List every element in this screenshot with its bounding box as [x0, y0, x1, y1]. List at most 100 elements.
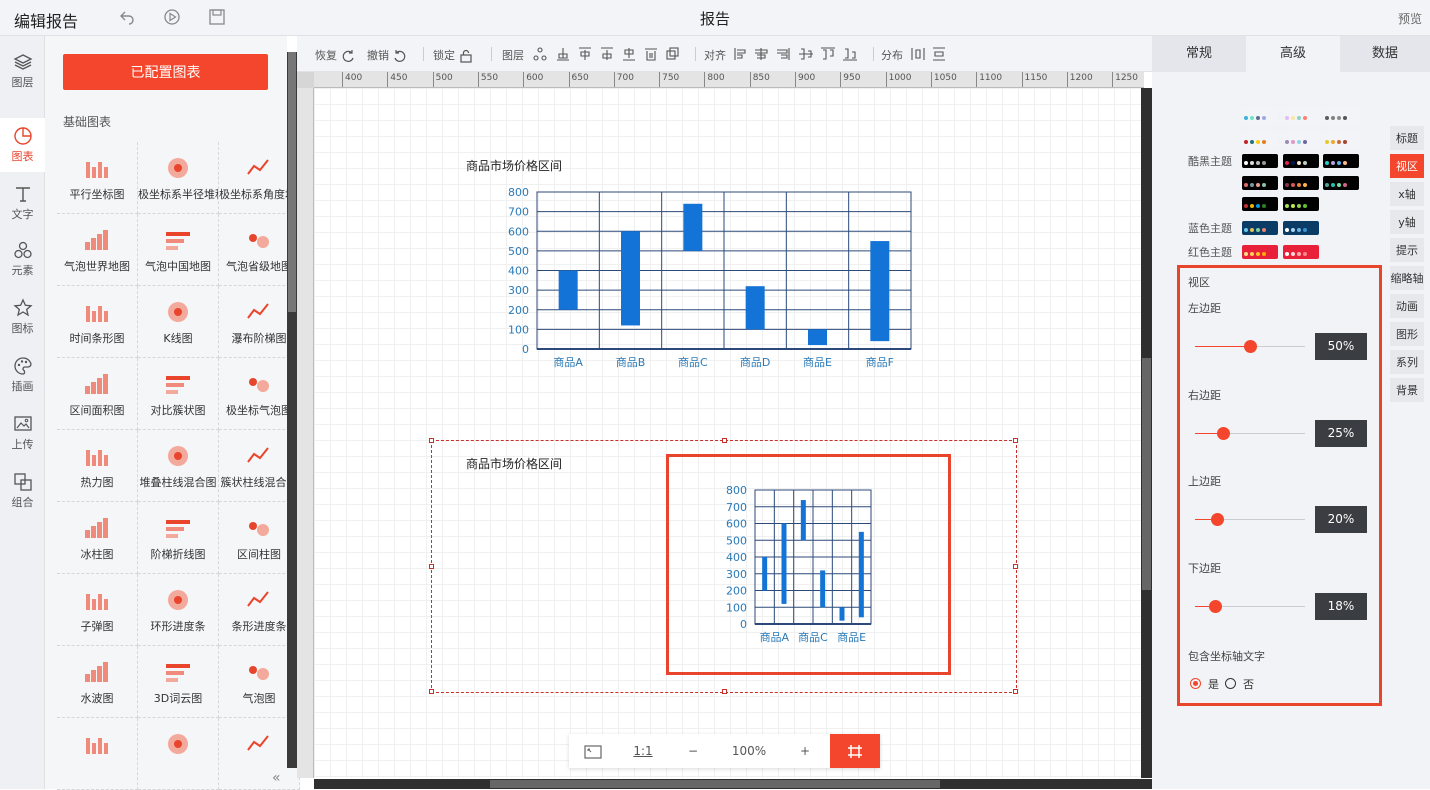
theme-swatch[interactable] — [1242, 133, 1278, 147]
canvas-hscroll-thumb[interactable] — [490, 780, 940, 788]
chart-type-tile[interactable]: K线图 — [138, 286, 219, 358]
margin-slider[interactable] — [1195, 340, 1305, 353]
chart-2-range-bar[interactable]: 0 100 200 300 400 500 600 700 800 商品A 商品C 商品E — [715, 480, 885, 650]
theme-swatch[interactable] — [1323, 109, 1359, 123]
theme-swatch[interactable] — [1283, 221, 1319, 235]
theme-swatch[interactable] — [1242, 197, 1278, 211]
chart-type-tile[interactable] — [57, 718, 138, 790]
chart-type-tile[interactable]: 平行坐标图 — [57, 142, 138, 214]
theme-swatch[interactable] — [1323, 133, 1359, 147]
side-nav-item[interactable]: 提示 — [1390, 238, 1424, 264]
gallery-scrollbar-thumb[interactable] — [288, 52, 296, 312]
chart-type-tile[interactable]: 3D词云图 — [138, 646, 219, 718]
play-icon[interactable] — [163, 8, 181, 29]
tab-advanced[interactable]: 高级 — [1246, 36, 1340, 72]
theme-swatch[interactable] — [1283, 154, 1319, 168]
leftbar-item-icons[interactable]: 图标 — [0, 290, 45, 344]
preview-button[interactable]: 预览 — [1398, 10, 1422, 27]
theme-swatch[interactable] — [1242, 176, 1278, 190]
chart-type-tile[interactable]: 时间条形图 — [57, 286, 138, 358]
side-nav-item[interactable]: 系列 — [1390, 350, 1424, 376]
resize-handle-w[interactable] — [429, 564, 434, 569]
resize-handle-ne[interactable] — [1013, 438, 1018, 443]
chart-type-tile[interactable]: 堆叠柱线混合图 — [138, 430, 219, 502]
margin-slider[interactable] — [1195, 513, 1305, 526]
save-icon[interactable] — [208, 8, 226, 29]
resize-handle-n[interactable] — [722, 438, 727, 443]
theme-swatch[interactable] — [1283, 133, 1319, 147]
side-nav-item[interactable]: 动画 — [1390, 294, 1424, 320]
slider-knob[interactable] — [1216, 426, 1230, 440]
theme-swatch[interactable] — [1242, 154, 1278, 168]
theme-swatch[interactable] — [1242, 245, 1278, 259]
side-nav-item[interactable]: 缩略轴 — [1390, 266, 1424, 292]
chart-type-tile[interactable]: 阶梯折线图 — [138, 502, 219, 574]
theme-swatch[interactable] — [1242, 109, 1278, 123]
slider-knob[interactable] — [1211, 513, 1224, 526]
slider-knob[interactable] — [1244, 340, 1257, 353]
side-nav-item[interactable]: 标题 — [1390, 126, 1424, 152]
chart-type-tile[interactable]: 极坐标系半径堆积 — [138, 142, 219, 214]
slider-knob[interactable] — [1208, 599, 1222, 613]
leftbar-item-upload[interactable]: 上传 — [0, 406, 45, 460]
leftbar-item-text[interactable]: 文字 — [0, 176, 45, 230]
redo-button[interactable]: 恢复 — [315, 47, 355, 63]
undo-button[interactable]: 撤销 — [367, 47, 407, 63]
theme-swatch[interactable] — [1323, 154, 1359, 168]
leftbar-item-illustrations[interactable]: 插画 — [0, 348, 45, 402]
chart-type-tile[interactable] — [138, 718, 219, 790]
tab-general[interactable]: 常规 — [1152, 36, 1246, 72]
leftbar-item-elements[interactable]: 元素 — [0, 232, 45, 286]
configured-charts-button[interactable]: 已配置图表 — [63, 54, 268, 90]
actual-size-button[interactable]: 1:1 — [621, 734, 665, 768]
lock-button[interactable]: 锁定 — [433, 47, 473, 63]
leftbar-item-charts[interactable]: 图表 — [0, 118, 45, 172]
zoom-out-button[interactable]: − — [669, 734, 717, 768]
resize-handle-e[interactable] — [1013, 564, 1018, 569]
side-nav-item[interactable]: x轴 — [1390, 182, 1424, 208]
theme-swatch[interactable] — [1283, 245, 1319, 259]
chart-type-tile[interactable]: 冰柱图 — [57, 502, 138, 574]
chart-type-tile[interactable]: 气泡中国地图 — [138, 214, 219, 286]
margin-value-box[interactable]: 50% — [1315, 333, 1367, 360]
theme-swatch[interactable] — [1283, 197, 1319, 211]
chart-type-tile[interactable]: 环形进度条 — [138, 574, 219, 646]
include-axis-text-yes-radio[interactable] — [1190, 678, 1201, 689]
chart-type-tile[interactable]: 区间面积图 — [57, 358, 138, 430]
margin-slider[interactable] — [1195, 426, 1305, 440]
theme-swatch[interactable] — [1323, 176, 1359, 190]
margin-value-box[interactable]: 18% — [1315, 592, 1367, 620]
zoom-in-button[interactable]: + — [781, 734, 829, 768]
leftbar-item-layers[interactable]: 图层 — [0, 44, 45, 98]
leftbar-item-group[interactable]: 组合 — [0, 464, 45, 518]
resize-handle-nw[interactable] — [429, 438, 434, 443]
collapse-panel-icon[interactable]: « — [272, 770, 281, 786]
resize-handle-se[interactable] — [1013, 689, 1018, 694]
chart-1-range-bar[interactable]: 0 100 200 300 400 500 600 700 800 商品A 商品B 商品C 商品D 商品E… — [500, 180, 920, 375]
theme-swatch[interactable] — [1283, 109, 1319, 123]
margin-value-box[interactable]: 25% — [1315, 419, 1367, 447]
side-nav-item[interactable]: y轴 — [1390, 210, 1424, 236]
canvas-vscroll-thumb[interactable] — [1142, 358, 1151, 590]
undo-icon[interactable] — [118, 8, 136, 29]
side-nav-item[interactable]: 视区 — [1390, 154, 1424, 180]
side-nav-item[interactable]: 图形 — [1390, 322, 1424, 348]
resize-handle-sw[interactable] — [429, 689, 434, 694]
chart-type-tile[interactable]: 气泡世界地图 — [57, 214, 138, 286]
grid-toggle-button[interactable] — [830, 734, 880, 768]
margin-slider[interactable] — [1195, 599, 1305, 613]
chart-type-tile[interactable]: 子弹图 — [57, 574, 138, 646]
chart-type-tile[interactable]: 水波图 — [57, 646, 138, 718]
chart-type-tile[interactable]: 对比簇状图 — [138, 358, 219, 430]
side-nav-item[interactable]: 背景 — [1390, 378, 1424, 404]
margin-value-box[interactable]: 20% — [1315, 506, 1367, 533]
gallery-scrollbar[interactable] — [287, 52, 297, 768]
theme-swatch[interactable] — [1242, 221, 1278, 235]
fit-screen-button[interactable] — [569, 734, 617, 768]
canvas-vertical-scrollbar[interactable] — [1141, 88, 1152, 778]
resize-handle-s[interactable] — [722, 689, 727, 694]
tab-data[interactable]: 数据 — [1340, 36, 1430, 72]
chart-type-tile[interactable]: 热力图 — [57, 430, 138, 502]
theme-swatch[interactable] — [1283, 176, 1319, 190]
include-axis-text-no-radio[interactable] — [1225, 678, 1236, 689]
